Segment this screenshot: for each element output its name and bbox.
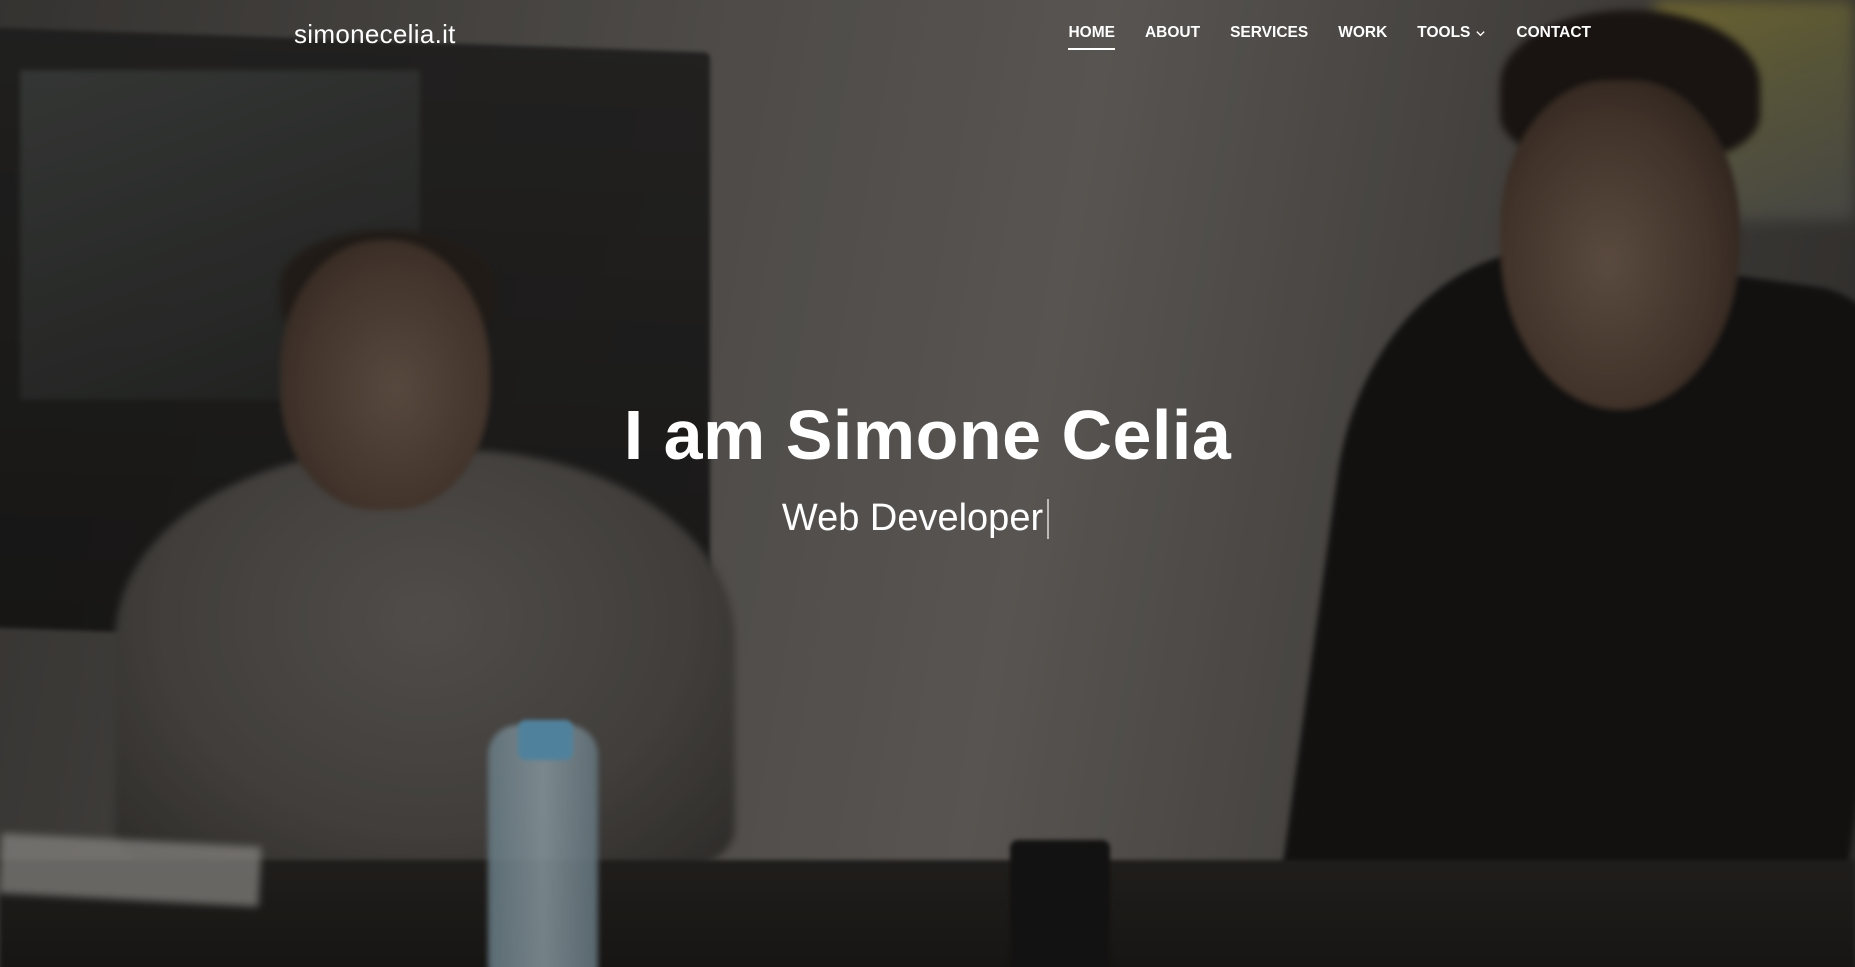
nav-item-services[interactable]: SERVICES: [1230, 24, 1308, 42]
chevron-down-icon: [1476, 30, 1486, 36]
hero-title: I am Simone Celia: [623, 396, 1232, 474]
nav-item-label: WORK: [1338, 24, 1388, 41]
nav-item-label: SERVICES: [1230, 24, 1309, 41]
hero-subtitle-wrap: Web Developer: [781, 497, 1050, 540]
hero-headline: I am Simone Celia Web Developer: [0, 395, 1855, 540]
nav-item-label: TOOLS: [1417, 24, 1471, 41]
hero-subtitle: Web Developer: [781, 497, 1044, 539]
nav-item-tools[interactable]: TOOLS: [1417, 24, 1486, 42]
typing-cursor: [1047, 498, 1050, 539]
nav-item-label: ABOUT: [1144, 24, 1201, 41]
nav-item-home[interactable]: HOME: [1068, 24, 1115, 50]
top-navigation: simonecelia.it HOME ABOUT SERVICES WORK …: [0, 0, 1855, 72]
site-logo[interactable]: simonecelia.it: [294, 19, 456, 50]
hero-section: simonecelia.it HOME ABOUT SERVICES WORK …: [0, 0, 1855, 967]
nav-item-about[interactable]: ABOUT: [1145, 24, 1200, 42]
nav-item-work[interactable]: WORK: [1338, 24, 1387, 42]
main-menu: HOME ABOUT SERVICES WORK TOOLS CONTACT: [1068, 24, 1591, 50]
nav-item-label: CONTACT: [1516, 24, 1591, 41]
nav-item-label: HOME: [1068, 24, 1115, 41]
nav-item-contact[interactable]: CONTACT: [1516, 24, 1591, 42]
